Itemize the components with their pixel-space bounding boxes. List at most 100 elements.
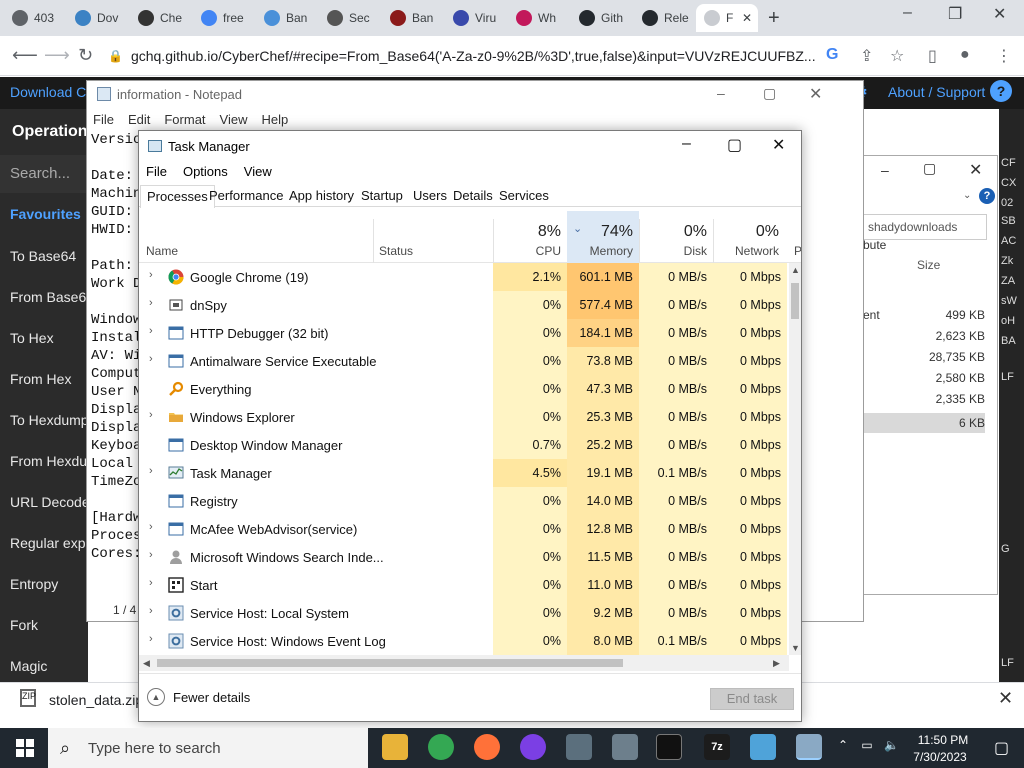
notepad-taskbar-icon[interactable]: [750, 734, 776, 760]
process-row[interactable]: › Google Chrome (19) 2.1% 601.1 MB 0 MB/s 0 M…: [139, 263, 789, 291]
process-row[interactable]: › Task Manager 4.5% 19.1 MB 0.1 MB/s 0 Mbps: [139, 459, 789, 487]
expand-chevron-icon[interactable]: ›: [149, 269, 153, 281]
process-list-vertical-scrollbar[interactable]: ▲ ▼: [789, 263, 801, 655]
chrome-menu-icon[interactable]: ⋮: [996, 46, 1012, 66]
file-explorer-taskbar-icon[interactable]: [382, 734, 408, 760]
expand-chevron-icon[interactable]: ›: [149, 297, 153, 309]
expand-chevron-icon[interactable]: ›: [149, 353, 153, 365]
explorer-size-header[interactable]: Size: [917, 258, 940, 272]
cpu-total-percent[interactable]: 8%: [501, 223, 561, 241]
process-row[interactable]: Desktop Window Manager 0.7% 25.2 MB 0 MB/s 0…: [139, 431, 789, 459]
column-header-disk[interactable]: Disk: [647, 244, 707, 258]
notepad-maximize-button[interactable]: ▢: [763, 85, 776, 102]
download-bar-close-icon[interactable]: ✕: [998, 688, 1013, 709]
browser-tab[interactable]: Dov: [67, 4, 131, 32]
cyberchef-favourites-heading[interactable]: Favourites: [10, 206, 81, 222]
expand-chevron-icon[interactable]: ›: [149, 325, 153, 337]
import-icon[interactable]: ⇥: [896, 118, 911, 138]
download-file-name[interactable]: stolen_data.zip: [49, 692, 143, 708]
expand-chevron-icon[interactable]: ›: [149, 409, 153, 421]
cyberchef-download-link[interactable]: Download C: [10, 84, 86, 100]
explorer-file-size[interactable]: 499 KB: [863, 308, 985, 322]
notepad-text-area[interactable]: Versio Date: Machin GUID: HWID: Path: Wo…: [91, 131, 141, 563]
open-folder-icon[interactable]: ▭: [862, 118, 879, 138]
profile-avatar-icon[interactable]: ●: [960, 46, 970, 64]
browser-tab[interactable]: Viru: [445, 4, 509, 32]
terminal-taskbar-icon[interactable]: [656, 734, 682, 760]
process-row[interactable]: › HTTP Debugger (32 bit) 0% 184.1 MB 0 MB/s 0…: [139, 319, 789, 347]
tm-tab[interactable]: Performance: [209, 188, 283, 203]
horizontal-scroll-thumb[interactable]: [157, 659, 623, 667]
process-row[interactable]: Registry 0% 14.0 MB 0 MB/s 0 Mbps: [139, 487, 789, 515]
cyberchef-operation-item[interactable]: To Base64: [10, 248, 76, 264]
process-row[interactable]: › Microsoft Windows Search Inde... 0% 11.5 …: [139, 543, 789, 571]
browser-maximize-button[interactable]: ❐: [948, 4, 962, 24]
google-lens-icon[interactable]: G: [826, 46, 838, 64]
cyberchef-operation-item[interactable]: Regular exp: [10, 535, 86, 551]
notepad-menu-item[interactable]: Edit: [128, 112, 150, 127]
explorer-expand-chevron-icon[interactable]: ⌄: [963, 190, 971, 201]
explorer-file-size[interactable]: 2,335 KB: [863, 392, 985, 406]
taskbar-clock-time[interactable]: 11:50 PM: [913, 733, 973, 747]
notepad-minimize-button[interactable]: –: [717, 85, 725, 101]
cyberchef-operation-item[interactable]: From Hexdu: [10, 453, 87, 469]
column-header-power[interactable]: P: [794, 244, 801, 258]
tm-tab[interactable]: Processes: [140, 185, 215, 208]
expand-chevron-icon[interactable]: ›: [149, 633, 153, 645]
trash-icon[interactable]: 🗑: [928, 118, 951, 138]
column-header-memory[interactable]: Memory: [573, 244, 633, 258]
process-row[interactable]: Everything 0% 47.3 MB 0 MB/s 0 Mbps: [139, 375, 789, 403]
expand-chevron-icon[interactable]: ›: [149, 549, 153, 561]
tm-menu-item[interactable]: File: [146, 164, 167, 179]
column-header-status[interactable]: Status: [379, 244, 413, 258]
browser-tab[interactable]: free: [193, 4, 257, 32]
notepad-close-button[interactable]: ✕: [809, 84, 822, 104]
cyberchef-operation-item[interactable]: Magic: [10, 658, 47, 674]
chrome-taskbar-icon[interactable]: [428, 734, 454, 760]
disk-total-percent[interactable]: 0%: [647, 223, 707, 241]
bookmark-star-icon[interactable]: ☆: [890, 46, 904, 66]
scroll-left-arrow-icon[interactable]: ◀: [143, 658, 150, 669]
vertical-scroll-thumb[interactable]: [791, 283, 799, 319]
tm-close-button[interactable]: ✕: [772, 135, 785, 155]
side-panel-icon[interactable]: ▯: [928, 46, 937, 66]
task-manager-title-bar[interactable]: Task Manager – ▢ ✕: [139, 131, 801, 161]
browser-tab[interactable]: 403: [4, 4, 68, 32]
explorer-search-input[interactable]: shadydownloads: [863, 214, 987, 240]
explorer-file-size[interactable]: 2,580 KB: [863, 371, 985, 385]
browser-tab[interactable]: Rele: [634, 4, 698, 32]
browser-close-button[interactable]: ✕: [993, 4, 1006, 24]
explorer-file-size[interactable]: 2,623 KB: [863, 329, 985, 343]
tm-maximize-button[interactable]: ▢: [727, 135, 742, 155]
address-bar[interactable]: 🔒 gchq.github.io/CyberChef/#recipe=From_…: [108, 42, 912, 70]
new-tab-button[interactable]: +: [768, 7, 780, 30]
share-icon[interactable]: ⇪: [860, 46, 873, 66]
explorer-close-button[interactable]: ✕: [969, 160, 982, 180]
end-task-button[interactable]: End task: [710, 688, 794, 710]
fewer-details-button[interactable]: Fewer details: [173, 690, 250, 705]
notification-icon[interactable]: ▢: [994, 738, 1009, 758]
column-header-network[interactable]: Network: [719, 244, 779, 258]
process-row[interactable]: › Windows Explorer 0% 25.3 MB 0 MB/s 0 Mbps: [139, 403, 789, 431]
cyberchef-operation-item[interactable]: From Hex: [10, 371, 71, 387]
process-row[interactable]: › Start 0% 11.0 MB 0 MB/s 0 Mbps: [139, 571, 789, 599]
tm-tab[interactable]: Startup: [361, 188, 403, 203]
forward-arrow-icon[interactable]: ⟶: [44, 45, 70, 66]
expand-chevron-icon[interactable]: ›: [149, 605, 153, 617]
layout-icon[interactable]: ▦: [968, 118, 985, 138]
tm-tab[interactable]: App history: [289, 188, 354, 203]
close-tab-icon[interactable]: ✕: [742, 11, 752, 25]
browser-tab[interactable]: Che: [130, 4, 194, 32]
expand-chevron-icon[interactable]: ›: [149, 465, 153, 477]
volume-icon[interactable]: 🔈: [884, 738, 899, 752]
explorer-help-icon[interactable]: ?: [979, 188, 995, 204]
column-header-name[interactable]: Name: [146, 244, 178, 258]
tm-tab[interactable]: Users: [413, 188, 447, 203]
network-icon[interactable]: ▭: [861, 738, 872, 752]
tray-expand-icon[interactable]: ⌃: [838, 738, 848, 752]
7zip-taskbar-icon[interactable]: 7z: [704, 734, 730, 760]
windows-taskbar-icon[interactable]: [612, 734, 638, 760]
cyberchef-operation-item[interactable]: URL Decode: [10, 494, 90, 510]
browser-tab[interactable]: Ban: [256, 4, 320, 32]
explorer-minimize-button[interactable]: –: [881, 162, 889, 178]
